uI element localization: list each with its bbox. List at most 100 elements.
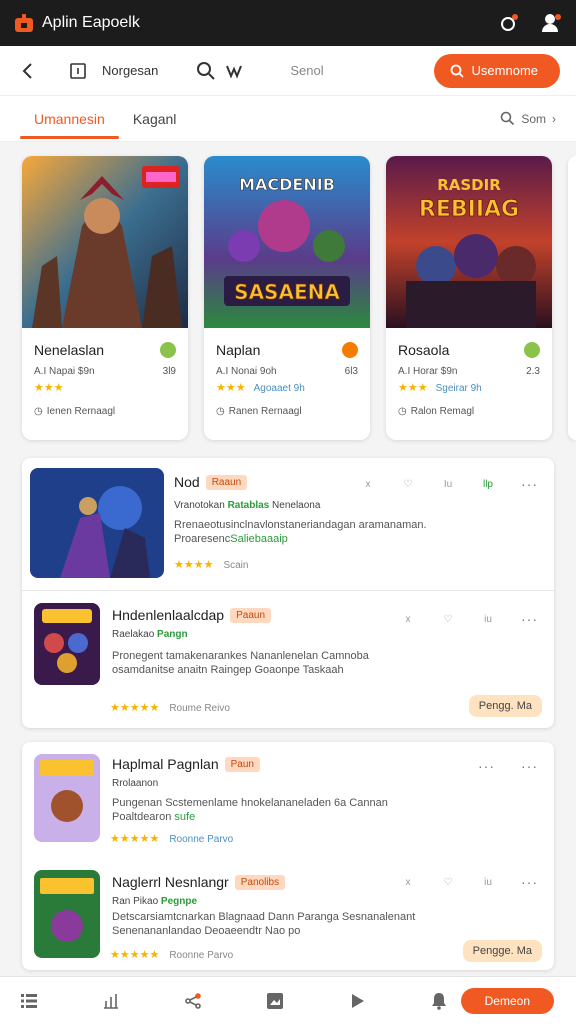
close-icon[interactable]: x (401, 875, 415, 889)
game-link[interactable]: Agoaaet 9h (254, 383, 305, 394)
list-item[interactable]: Hndenlenlaalcdap Paaun Raelakao Pangn Pro… (22, 590, 554, 728)
image-icon[interactable] (264, 990, 286, 1012)
sort-label: Som (521, 111, 546, 126)
share-icon[interactable] (498, 12, 520, 34)
app-title: Aplin Eapoelk (42, 14, 140, 31)
game-count: 3l9 (162, 366, 176, 377)
tab-kaganl[interactable]: Kaganl (119, 99, 191, 139)
rating-label: Roume Reivo (169, 703, 230, 714)
status-dot (524, 342, 540, 358)
primary-cta-button[interactable]: Usemnome (433, 53, 560, 88)
game-genre: Ratablas (227, 500, 270, 511)
play-button[interactable]: Pengge. Ma (462, 940, 542, 962)
featured-card[interactable]: RASDIR REBIIAG Rosaola A.I Horar $9n 2.3 … (386, 156, 552, 440)
next-card-peek[interactable] (568, 156, 576, 440)
bottom-nav: Demeon (0, 976, 576, 1024)
game-thumbnail (30, 468, 164, 578)
nav-label[interactable]: Norgesan (102, 63, 158, 78)
list-item[interactable]: Naglerrl Nesnlangr Panolibs Ran Pikao Peg… (22, 856, 554, 970)
game-art (22, 156, 188, 328)
list-item[interactable]: Haplmal Pagnlan Paun Rrolaanon Pungenan S… (22, 742, 554, 856)
rating-stars: ★★★★★ (110, 949, 160, 961)
game-art: MACDENIB SASAENA (204, 156, 370, 328)
more-icon[interactable]: ··· (521, 476, 538, 492)
rating-label: Roonne Parvo (169, 834, 234, 845)
share-icon[interactable] (182, 990, 204, 1012)
list-item[interactable]: Nod Raaun Vranotokan Ratablas Nenelaona R… (22, 458, 554, 590)
game-publisher: Nenelaona (272, 500, 321, 511)
tab-umannesin[interactable]: Umannesin (20, 99, 119, 139)
cta-label: Usemnome (471, 63, 538, 78)
game-footer: Ienen Rernaagl (46, 406, 116, 417)
share-icon[interactable]: llp (481, 477, 495, 491)
more-icon[interactable]: ··· (478, 758, 495, 774)
game-genre: Pangn (157, 629, 188, 640)
play-button[interactable]: Pengg. Ma (468, 695, 542, 717)
search-label[interactable]: Senol (290, 63, 323, 78)
game-description-extra: Proaresenc (174, 533, 231, 545)
heart-icon[interactable]: ♡ (441, 612, 455, 626)
game-title: Haplmal Pagnlan (112, 756, 219, 772)
status-dot (160, 342, 176, 358)
chevron-right-icon: › (552, 111, 556, 126)
game-title: Naglerrl Nesnlangr (112, 874, 229, 890)
game-meta: A.I Nonai 9oh (216, 366, 277, 377)
clock-icon: ◷ (34, 406, 43, 417)
art-title: MACDENIB (239, 175, 335, 194)
filter-icon[interactable] (222, 59, 246, 83)
close-icon[interactable]: x (361, 477, 375, 491)
more-icon[interactable]: ··· (521, 874, 538, 890)
download-icon[interactable]: iu (481, 875, 495, 889)
search-icon (501, 111, 515, 126)
game-thumbnail (34, 870, 100, 958)
game-count: 2.3 (526, 366, 540, 377)
game-description: Rrenaeotusinclnavlonstaneriandagan arama… (174, 519, 427, 531)
game-genre: Pegnpe (160, 896, 198, 907)
rating-stars: ★★★★★ (110, 702, 160, 714)
game-description: Detscarsiamtcnarkan Blagnaad Dann Parang… (112, 911, 416, 937)
game-thumbnail (34, 603, 100, 685)
more-icon[interactable]: ··· (521, 758, 538, 774)
clock-icon: ◷ (398, 406, 407, 417)
featured-carousel: Nenelaslan A.I Napai $9n 3l9 ★★★ ◷ Ienen R… (22, 156, 576, 442)
back-icon[interactable] (16, 59, 40, 83)
download-icon[interactable]: Iu (441, 477, 455, 491)
status-badge: Raaun (205, 475, 248, 490)
game-subtitle: Rrolaanon (112, 778, 159, 789)
game-subtitle: Raelakao (112, 629, 155, 640)
download-icon[interactable]: iu (481, 612, 495, 626)
close-icon[interactable]: x (401, 612, 415, 626)
game-list-panel: Haplmal Pagnlan Paun Rrolaanon Pungenan S… (22, 742, 554, 970)
bell-icon[interactable] (428, 990, 450, 1012)
clock-icon: ◷ (216, 406, 225, 417)
heart-icon[interactable]: ♡ (401, 477, 415, 491)
art-tag: SASAENA (234, 280, 340, 304)
user-icon[interactable] (540, 12, 562, 34)
more-icon[interactable]: ··· (521, 611, 538, 627)
tab-bar: Umannesin Kaganl Som › (0, 96, 576, 142)
game-link[interactable]: Sgeirar 9h (436, 383, 482, 394)
game-highlight: sufe (174, 811, 196, 823)
chart-icon[interactable] (100, 990, 122, 1012)
search-icon[interactable] (194, 59, 218, 83)
featured-card[interactable]: Nenelaslan A.I Napai $9n 3l9 ★★★ ◷ Ienen R… (22, 156, 188, 440)
heart-icon[interactable]: ♡ (441, 875, 455, 889)
game-footer: Ranen Rernaagl (228, 406, 302, 417)
game-title: Naplan (216, 342, 261, 358)
play-icon[interactable] (346, 990, 368, 1012)
art-tag: REBIIAG (419, 197, 519, 222)
rating-stars: ★★★★★ (110, 833, 160, 845)
featured-card[interactable]: MACDENIB SASAENA Naplan A.I Nonai 9oh 6l3… (204, 156, 370, 440)
bottom-cta-button[interactable]: Demeon (460, 988, 554, 1014)
game-title: Nenelaslan (34, 342, 105, 358)
rating-stars: ★★★ (216, 382, 246, 394)
game-title: Nod (174, 474, 200, 490)
status-badge: Paaun (230, 608, 272, 623)
box-icon[interactable] (66, 59, 90, 83)
grid-icon[interactable] (18, 990, 40, 1012)
game-footer: Ralon Remagl (410, 406, 475, 417)
game-description: Pungenan Scstemenlame hnokelananeladen 6… (112, 797, 388, 823)
rating-stars: ★★★ (34, 382, 64, 394)
game-meta: A.I Horar $9n (398, 366, 458, 377)
sort-control[interactable]: Som › (500, 111, 556, 126)
